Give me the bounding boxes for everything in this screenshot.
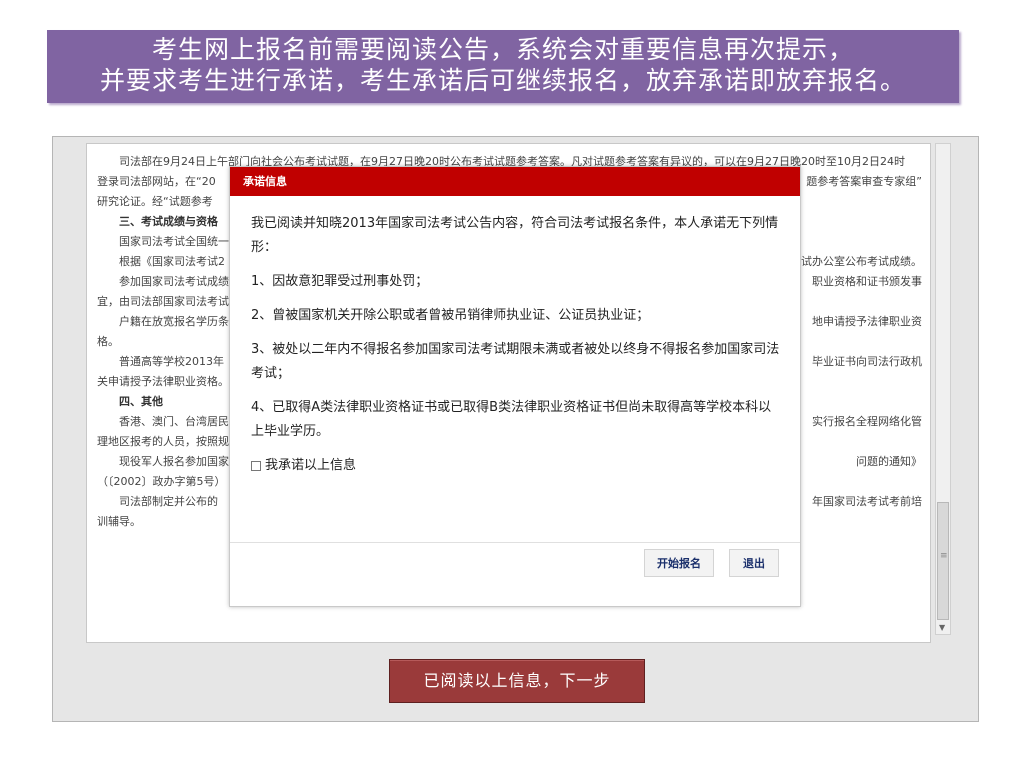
document-line-text: 国家司法考试全国统一: [119, 235, 229, 248]
agree-row[interactable]: 我承诺以上信息: [251, 454, 781, 478]
document-line-text: （〔2002〕政办字第5号）: [97, 475, 226, 488]
document-scrollbar[interactable]: ≡ ▼: [935, 143, 951, 635]
agree-checkbox[interactable]: [251, 461, 261, 471]
banner-line-1: 考生网上报名前需要阅读公告，系统会对重要信息再次提示，: [151, 35, 854, 64]
document-line-right-text: 实行报名全程网络化管: [812, 415, 922, 428]
document-line-text: 普通高等学校2013年: [119, 355, 224, 368]
commitment-item-4: 4、已取得A类法律职业资格证书或已取得B类法律职业资格证书但尚未取得高等学校本科…: [251, 400, 772, 439]
agree-label[interactable]: 我承诺以上信息: [265, 454, 356, 478]
document-line-right-text: 问题的通知》: [856, 455, 922, 468]
document-line-text: 宜，由司法部国家司法考试: [97, 295, 229, 308]
document-line-text: 训辅导。: [97, 515, 141, 528]
document-line-text: 四、其他: [119, 395, 163, 408]
commitment-item-3: 3、被处以二年内不得报名参加国家司法考试期限未满或者被处以终身不得报名参加国家司…: [251, 342, 780, 381]
document-line-text: 参加国家司法考试成绩: [119, 275, 229, 288]
document-line-right-text: 地申请授予法律职业资: [812, 315, 922, 328]
document-line-text: 现役军人报名参加国家: [119, 455, 229, 468]
document-line-right-text: 毕业证书向司法行政机: [812, 355, 922, 368]
document-line-text: 根据《国家司法考试2: [119, 255, 225, 268]
document-line-text: 研究论证。经“试题参考: [97, 195, 213, 208]
document-line-text: 登录司法部网站，在“20: [97, 175, 216, 188]
document-line-text: 关申请授予法律职业资格。: [97, 375, 229, 388]
start-registration-button[interactable]: 开始报名: [644, 549, 714, 577]
dialog-title: 承诺信息: [230, 167, 800, 196]
commitment-intro: 我已阅读并知晓2013年国家司法考试公告内容，符合司法考试报名条件，本人承诺无下…: [251, 216, 779, 255]
document-line-right-text: 试办公室公布考试成绩。: [801, 255, 922, 268]
document-line-text: 司法部制定并公布的: [119, 495, 218, 508]
commitment-item-1: 1、因故意犯罪受过刑事处罚；: [251, 274, 429, 289]
commitment-dialog: 承诺信息 我已阅读并知晓2013年国家司法考试公告内容，符合司法考试报名条件，本…: [229, 166, 801, 607]
banner-line-2: 并要求考生进行承诺，考生承诺后可继续报名，放弃承诺即放弃报名。: [99, 66, 906, 95]
commitment-item-2: 2、曾被国家机关开除公职或者曾被吊销律师执业证、公证员执业证；: [251, 308, 650, 323]
scroll-down-arrow-icon[interactable]: ▼: [939, 623, 945, 632]
dialog-body: 我已阅读并知晓2013年国家司法考试公告内容，符合司法考试报名条件，本人承诺无下…: [251, 212, 781, 478]
document-line-text: 三、考试成绩与资格: [119, 215, 218, 228]
document-line-text: 格。: [97, 335, 119, 348]
exit-button[interactable]: 退出: [729, 549, 779, 577]
grip-icon: ≡: [940, 551, 948, 561]
document-line-right-text: 年国家司法考试考前培: [812, 495, 922, 508]
dialog-divider: [230, 542, 800, 543]
document-line-text: 户籍在放宽报名学历条: [119, 315, 229, 328]
document-line-text: 理地区报考的人员，按照规: [97, 435, 229, 448]
scrollbar-thumb[interactable]: ≡: [937, 502, 949, 620]
document-line-right-text: 题参考答案审查专家组”: [806, 175, 922, 188]
instruction-banner: 考生网上报名前需要阅读公告，系统会对重要信息再次提示， 并要求考生进行承诺，考生…: [47, 30, 959, 103]
next-step-button[interactable]: 已阅读以上信息，下一步: [389, 659, 645, 703]
document-line-text: 香港、澳门、台湾居民: [119, 415, 229, 428]
document-line-right-text: 职业资格和证书颁发事: [812, 275, 922, 288]
